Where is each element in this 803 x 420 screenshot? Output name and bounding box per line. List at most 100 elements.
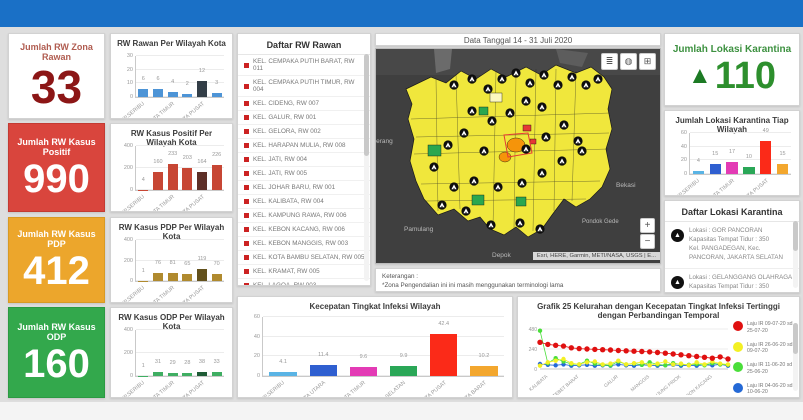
quarantine-marker-icon[interactable] bbox=[437, 200, 446, 209]
bar-jakarta-pusat[interactable]: 38 bbox=[195, 330, 210, 376]
quarantine-marker-icon[interactable] bbox=[557, 156, 566, 165]
bar-jakarta-barat[interactable]: 3 bbox=[209, 56, 224, 97]
jakarta-choropleth-map[interactable]: Tangerang Pamulang Depok Bekasi Pondok G… bbox=[376, 49, 660, 263]
quarantine-marker-icon[interactable] bbox=[461, 206, 470, 215]
quarantine-marker-icon[interactable] bbox=[535, 224, 544, 233]
karantina-list-item[interactable]: ▲ Lokasi : GOR PANCORANKapasitas Tempat … bbox=[665, 222, 799, 269]
bar-jakarta-timur[interactable]: 9.6 bbox=[343, 317, 383, 376]
karantina-list-item[interactable]: ▲ Lokasi : GELANGGANG OLAHRAGAKapasitas … bbox=[665, 269, 799, 293]
basemap-icon[interactable]: ◍ bbox=[620, 53, 637, 70]
bar-jakarta-utara[interactable]: 31 bbox=[151, 330, 166, 376]
quarantine-marker-icon[interactable] bbox=[449, 182, 458, 191]
bar-jakarta-selatan[interactable]: 28 bbox=[180, 330, 195, 376]
zoom-out-button[interactable]: − bbox=[640, 234, 655, 249]
quarantine-marker-icon[interactable] bbox=[521, 144, 530, 153]
rw-rawan-list-item[interactable]: KEL. KEBON MANGGIS, RW 003 bbox=[238, 237, 370, 251]
quarantine-marker-icon[interactable] bbox=[479, 146, 488, 155]
rw-pdp-bar-chart[interactable]: 0200400176816511970ADM KEP.SERIBUJAKARTA… bbox=[111, 234, 232, 302]
rw-rawan-bar-chart[interactable]: 01020306642123ADM KEP.SERIBUJAKARTA TIMU… bbox=[111, 50, 232, 118]
quarantine-marker-icon[interactable] bbox=[487, 116, 496, 125]
rw-rawan-list-item[interactable]: KEL. KOTA BAMBU SELATAN, RW 005 bbox=[238, 251, 370, 265]
bar-jakarta-utara[interactable]: 6 bbox=[151, 56, 166, 97]
quarantine-marker-icon[interactable] bbox=[505, 108, 514, 117]
rw-rawan-list-item[interactable]: KEL. GELORA, RW 002 bbox=[238, 125, 370, 139]
apps-grid-icon[interactable]: ⊞ bbox=[639, 53, 656, 70]
rw-rawan-list-item[interactable]: KEL. HARAPAN MULIA, RW 008 bbox=[238, 139, 370, 153]
legend-item[interactable]: Laju IR 09-07-20 sd 25-07-20 bbox=[733, 321, 795, 335]
legend-item[interactable]: Laju IR 11-06-20 sd 25-06-20 bbox=[733, 362, 795, 376]
bar-jakarta-barat[interactable]: 226 bbox=[209, 146, 224, 190]
quarantine-marker-icon[interactable] bbox=[467, 106, 476, 115]
quarantine-marker-icon[interactable] bbox=[517, 178, 526, 187]
scrollbar[interactable] bbox=[793, 221, 798, 288]
bar-jakarta-timur[interactable]: 4 bbox=[165, 56, 180, 97]
bar-jakarta-selatan[interactable]: 2 bbox=[180, 56, 195, 97]
bar-jakarta-utara[interactable]: 11.4 bbox=[303, 317, 343, 376]
quarantine-marker-icon[interactable] bbox=[537, 102, 546, 111]
rw-odp-bar-chart[interactable]: 020040013129283833ADM KEP.SERIBUJAKARTA … bbox=[111, 324, 232, 397]
quarantine-marker-icon[interactable] bbox=[539, 70, 548, 79]
quarantine-marker-icon[interactable] bbox=[521, 96, 530, 105]
quarantine-marker-icon[interactable] bbox=[449, 80, 458, 89]
bar-jakarta-selatan[interactable]: 203 bbox=[180, 146, 195, 190]
scrollbar[interactable] bbox=[364, 54, 369, 281]
rw-rawan-list-item[interactable]: KEL. KALIBATA, RW 004 bbox=[238, 195, 370, 209]
rw-rawan-list-item[interactable]: KEL. JATI, RW 004 bbox=[238, 153, 370, 167]
legend-item[interactable]: Laju IR 26-06-20 sd 09-07-20 bbox=[733, 342, 795, 356]
rw-rawan-list-item[interactable]: KEL. CEMPAKA PUTIH BARAT, RW 011 bbox=[238, 55, 370, 76]
quarantine-marker-icon[interactable] bbox=[593, 74, 602, 83]
rw-rawan-list-item[interactable]: KEL. JATI, RW 005 bbox=[238, 167, 370, 181]
rw-rawan-list-item[interactable]: KEL. CEMPAKA PUTIH TIMUR, RW 004 bbox=[238, 76, 370, 97]
map-panel[interactable]: Tangerang Pamulang Depok Bekasi Pondok G… bbox=[375, 48, 661, 264]
rw-positif-bar-chart[interactable]: 02004004160233203164226ADM KEP.SERIBUJAK… bbox=[111, 140, 232, 211]
rw-rawan-list-item[interactable]: KEL. LAGOA, RW 003 bbox=[238, 279, 370, 286]
quarantine-marker-icon[interactable] bbox=[559, 120, 568, 129]
bar-jakarta-barat[interactable]: 10.2 bbox=[464, 317, 504, 376]
quarantine-marker-icon[interactable] bbox=[443, 140, 452, 149]
quarantine-marker-icon[interactable] bbox=[511, 68, 520, 77]
quarantine-marker-icon[interactable] bbox=[567, 72, 576, 81]
quarantine-marker-icon[interactable] bbox=[541, 132, 550, 141]
quarantine-marker-icon[interactable] bbox=[429, 162, 438, 171]
kecepatan-bar-chart[interactable]: 02040604.111.49.69.942.410.2KAB ADM KEP.… bbox=[238, 311, 512, 397]
quarantine-marker-icon[interactable] bbox=[467, 74, 476, 83]
rw-rawan-list-item[interactable]: KEL. KEBON KACANG, RW 006 bbox=[238, 223, 370, 237]
rw-rawan-list-item[interactable]: KEL. GALUR, RW 001 bbox=[238, 111, 370, 125]
quarantine-marker-icon[interactable] bbox=[469, 176, 478, 185]
karantina-bar-chart[interactable]: 020406041517104915ADM KEP.SERIBUJAKARTA … bbox=[665, 127, 799, 195]
quarantine-marker-icon[interactable] bbox=[553, 80, 562, 89]
quarantine-marker-icon[interactable] bbox=[525, 78, 534, 87]
bar-adm-kep-seribu[interactable]: 4 bbox=[136, 146, 151, 190]
scrollbar[interactable] bbox=[793, 323, 798, 391]
bar-jakarta-timur[interactable]: 29 bbox=[165, 330, 180, 376]
quarantine-marker-icon[interactable] bbox=[515, 218, 524, 227]
bar-jakarta-pusat[interactable]: 42.4 bbox=[424, 317, 464, 376]
rw-rawan-list-item[interactable]: KEL. JOHAR BARU, RW 001 bbox=[238, 181, 370, 195]
bar-jakarta-barat[interactable]: 33 bbox=[209, 330, 224, 376]
bar-kab-adm-kep-seribu[interactable]: 4.1 bbox=[263, 317, 303, 376]
quarantine-marker-icon[interactable] bbox=[459, 128, 468, 137]
zoom-in-button[interactable]: + bbox=[640, 218, 655, 233]
rw-rawan-list-item[interactable]: KEL. KAMPUNG RAWA, RW 006 bbox=[238, 209, 370, 223]
legend-icon[interactable]: ≣ bbox=[601, 53, 618, 70]
bar-jakarta-selatan[interactable]: 10 bbox=[741, 133, 758, 174]
rw-rawan-list-item[interactable]: KEL. KRAMAT, RW 005 bbox=[238, 265, 370, 279]
quarantine-marker-icon[interactable] bbox=[573, 136, 582, 145]
quarantine-marker-icon[interactable] bbox=[486, 220, 495, 229]
temporal-line-chart[interactable]: 0240480KALIBATATEBET BARATGALURMANGGISTA… bbox=[520, 323, 734, 398]
quarantine-marker-icon[interactable] bbox=[493, 182, 502, 191]
bar-jakarta-timur[interactable]: 233 bbox=[165, 146, 180, 190]
bar-jakarta-pusat[interactable]: 12 bbox=[195, 56, 210, 97]
bar-adm-kep-seribu[interactable]: 1 bbox=[136, 330, 151, 376]
map-zone-red[interactable] bbox=[523, 125, 531, 131]
quarantine-marker-icon[interactable] bbox=[483, 84, 492, 93]
map-zone-green[interactable] bbox=[428, 145, 441, 156]
quarantine-marker-icon[interactable] bbox=[577, 146, 586, 155]
quarantine-marker-icon[interactable] bbox=[537, 168, 546, 177]
quarantine-marker-icon[interactable] bbox=[497, 74, 506, 83]
legend-item[interactable]: Laju IR 04-06-20 sd 10-06-20 bbox=[733, 383, 795, 397]
quarantine-marker-icon[interactable] bbox=[581, 80, 590, 89]
bar-jakarta-barat[interactable]: 15 bbox=[774, 133, 791, 174]
bar-jakarta-barat[interactable]: 70 bbox=[209, 240, 224, 281]
rw-rawan-list-item[interactable]: KEL. CIDENG, RW 007 bbox=[238, 97, 370, 111]
